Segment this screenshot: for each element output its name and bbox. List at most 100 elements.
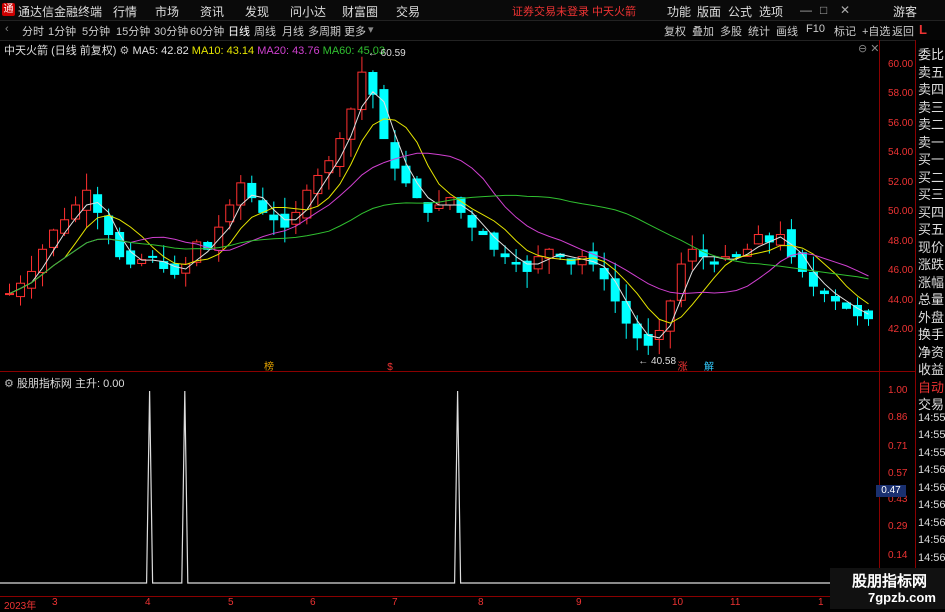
candle-body xyxy=(489,232,499,250)
candle-body xyxy=(60,219,70,234)
candle-body xyxy=(500,253,510,258)
app-logo-icon: 通 xyxy=(2,3,15,16)
toolbar-arrow-icon[interactable]: ‹ xyxy=(5,23,9,35)
quote-panel-label: 14:55 xyxy=(918,429,945,441)
tab-5min[interactable]: 5分钟 xyxy=(82,23,110,39)
event-marker: $ xyxy=(387,362,393,371)
guest-label[interactable]: 游客 xyxy=(893,3,917,20)
candle-body xyxy=(225,204,235,223)
quote-panel-label: 买一 xyxy=(918,152,945,167)
candle-body xyxy=(731,254,741,258)
close-icon[interactable]: ✕ xyxy=(840,3,850,17)
pane-divider[interactable] xyxy=(0,371,915,372)
candle-body xyxy=(709,261,719,265)
tab-multi-period[interactable]: 多周期 xyxy=(308,23,341,39)
candle-body xyxy=(577,256,587,266)
quote-panel-label: 自动 xyxy=(918,379,945,395)
event-marker: 解 xyxy=(704,360,714,371)
tab-more[interactable]: 更多 xyxy=(344,23,366,39)
candle-body xyxy=(511,261,521,265)
candle-body xyxy=(126,250,136,265)
tab-monthly[interactable]: 月线 xyxy=(282,23,304,39)
candle-body xyxy=(302,189,312,219)
menu-discover[interactable]: 发现 xyxy=(245,3,269,20)
menu-trade[interactable]: 交易 xyxy=(396,3,420,20)
date-tick-label: 2023年 xyxy=(4,601,37,612)
adjust-button[interactable]: 复权 xyxy=(664,23,686,39)
tab-timeshare[interactable]: 分时 xyxy=(22,23,44,39)
menu-ask[interactable]: 问小达 xyxy=(290,3,326,20)
candle-body xyxy=(687,248,697,262)
back-button[interactable]: 返回 xyxy=(892,23,914,39)
candle-body xyxy=(819,290,829,295)
quote-panel-label: 买二 xyxy=(918,169,945,185)
candle-body xyxy=(115,231,125,258)
watermark-url: 7gpzb.com xyxy=(868,590,936,605)
tab-30min[interactable]: 30分钟 xyxy=(154,23,188,39)
quote-panel-label: 交易 xyxy=(918,397,945,412)
indicator-chart[interactable] xyxy=(0,373,880,595)
ma5-line xyxy=(9,91,869,339)
quote-panel-label: 14:56 xyxy=(918,516,945,529)
mark-button[interactable]: 标记 xyxy=(834,23,856,39)
tab-daily[interactable]: 日线 xyxy=(228,23,250,39)
ma20-line xyxy=(9,152,869,295)
price-tick-label: 58.00 xyxy=(888,88,914,100)
quote-panel-label: 委比 xyxy=(918,47,945,62)
add-watchlist-button[interactable]: +自选 xyxy=(862,23,890,39)
candle-body xyxy=(49,229,59,248)
tab-1min[interactable]: 1分钟 xyxy=(48,23,76,39)
indicator-tick-label: 1.00 xyxy=(888,385,908,396)
quote-panel-label: 涨幅 xyxy=(918,274,945,290)
menu-markets[interactable]: 市场 xyxy=(155,3,179,20)
menu-options[interactable]: 选项 xyxy=(759,3,783,20)
date-tick-label: 10 xyxy=(672,597,684,608)
price-tick-label: 46.00 xyxy=(888,265,914,277)
f10-button[interactable]: F10 xyxy=(806,23,825,35)
stats-button[interactable]: 统计 xyxy=(748,23,770,39)
quote-panel-label: 卖五 xyxy=(918,64,945,80)
menu-layout[interactable]: 版面 xyxy=(697,3,721,20)
minimize-icon[interactable]: — xyxy=(800,3,812,17)
quote-panel-label: 买三 xyxy=(918,187,945,202)
watermark-title: 股朋指标网 xyxy=(852,573,928,590)
candle-body xyxy=(478,230,488,236)
quote-panel-label: 现价 xyxy=(918,239,945,255)
tab-15min[interactable]: 15分钟 xyxy=(116,23,150,39)
quote-panel-label: 14:55 xyxy=(918,411,945,424)
quote-panel-label: 14:56 xyxy=(918,499,945,511)
menu-news[interactable]: 资讯 xyxy=(200,3,224,20)
menu-formula[interactable]: 公式 xyxy=(728,3,752,20)
candle-body xyxy=(753,234,763,245)
kline-chart[interactable]: ← 60.59 ← 40.58 榜 $ 涨 解 xyxy=(0,40,880,371)
tab-60min[interactable]: 60分钟 xyxy=(190,23,224,39)
cursor-value-badge: 0.47 xyxy=(876,485,906,497)
candle-body xyxy=(82,189,92,211)
quote-panel-label: 卖一 xyxy=(918,134,945,150)
candle-body xyxy=(445,197,455,206)
price-tick-label: 60.00 xyxy=(888,58,914,70)
date-tick-label: 11 xyxy=(730,597,741,608)
quote-panel: 委比 卖五 卖四 卖三 卖二 卖一 买一 买二 买三 买四 买五 现价 涨跌 涨幅 总量 外盘 换手 净资 收益 自动… xyxy=(915,40,945,609)
menu-wealth[interactable]: 财富圈 xyxy=(342,3,378,20)
tab-weekly[interactable]: 周线 xyxy=(254,23,276,39)
date-tick-label: 3 xyxy=(52,597,58,608)
date-axis: 2023年 3 4 5 6 7 8 9 10 11 1 xyxy=(0,596,880,612)
more-dropdown-icon[interactable]: ▾ xyxy=(368,23,374,36)
multi-stock-button[interactable]: 多股 xyxy=(720,23,742,39)
candle-body xyxy=(434,204,444,209)
menu-market[interactable]: 行情 xyxy=(113,3,137,20)
overlay-button[interactable]: 叠加 xyxy=(692,23,714,39)
maximize-icon[interactable]: □ xyxy=(820,3,827,17)
ma10-line xyxy=(9,118,869,324)
menu-function[interactable]: 功能 xyxy=(667,3,691,20)
candle-body xyxy=(412,178,422,199)
price-tick-label: 50.00 xyxy=(888,206,914,218)
candle-body xyxy=(280,213,290,228)
price-tick-label: 44.00 xyxy=(888,294,914,306)
draw-line-button[interactable]: 画线 xyxy=(776,23,798,39)
indicator-tick-label: 0.86 xyxy=(888,411,908,423)
date-tick-label: 1 xyxy=(818,597,824,608)
price-tick-label: 56.00 xyxy=(888,117,914,129)
quote-panel-label: 14:56 xyxy=(918,464,945,476)
